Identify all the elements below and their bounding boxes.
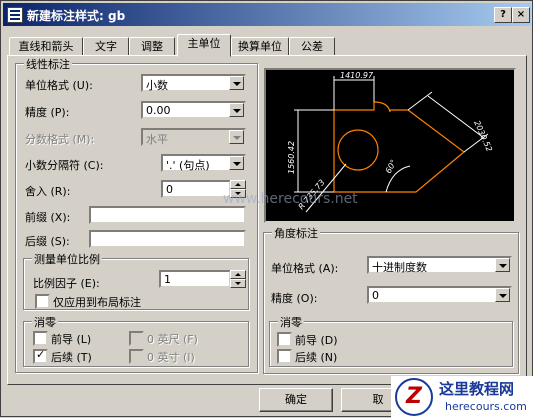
- dim-top-text: 1410.97: [340, 71, 374, 80]
- close-button[interactable]: ×: [512, 7, 530, 23]
- chevron-down-icon[interactable]: [229, 76, 244, 90]
- suffix-input[interactable]: [89, 230, 246, 248]
- round-off-value: 0: [166, 183, 173, 196]
- tab-fit[interactable]: 调整: [129, 37, 175, 56]
- zero-feet-label: 0 英尺 (F): [147, 333, 198, 346]
- app-icon: [7, 7, 23, 23]
- unit-format-label: 单位格式 (U):: [25, 79, 93, 92]
- round-off-label: 舍入 (R):: [25, 185, 71, 198]
- scale-factor-value: 1: [164, 273, 171, 286]
- logo-letter: Z: [406, 384, 422, 409]
- tab-text[interactable]: 文字: [83, 37, 129, 56]
- decimal-separator-label: 小数分隔符 (C):: [25, 159, 104, 172]
- scale-group-label: 测量单位比例: [32, 251, 102, 267]
- fraction-format-label: 分数格式 (M):: [25, 133, 95, 146]
- angular-leading-zero-checkbox[interactable]: [277, 332, 292, 347]
- scale-factor-label: 比例因子 (E):: [33, 277, 100, 290]
- dim-right-text: 2030.52: [472, 119, 494, 153]
- angular-precision-select[interactable]: 0: [367, 286, 512, 304]
- logo-url: herecours.com: [445, 400, 527, 413]
- leading-zero-checkbox[interactable]: [33, 331, 48, 346]
- ok-button[interactable]: 确定: [259, 388, 333, 412]
- spin-up-icon[interactable]: [230, 270, 246, 279]
- chevron-down-icon[interactable]: [229, 156, 244, 170]
- prefix-input[interactable]: [89, 206, 246, 224]
- checkmark-icon: ✓: [36, 348, 46, 361]
- dimension-style-dialog: 新建标注样式: gb ? × 直线和箭头 文字 调整 主单位 换算单位 公差 线…: [0, 0, 533, 418]
- hole-circle: [337, 129, 379, 171]
- trailing-zero-checkbox[interactable]: ✓: [33, 348, 48, 364]
- zero-feet-checkbox: [129, 331, 144, 346]
- zero-inches-label: 0 英寸 (I): [147, 351, 195, 364]
- scale-factor-input[interactable]: 1: [159, 270, 231, 288]
- angular-group-label: 角度标注: [272, 225, 320, 241]
- leading-zero-label: 前导 (L): [51, 333, 92, 346]
- dim-angle-text: 60°: [384, 158, 399, 175]
- ext-line-right-top: [407, 91, 433, 111]
- tab-lines-arrows[interactable]: 直线和箭头: [9, 37, 83, 56]
- dim-left-text: 1560.42: [287, 141, 296, 174]
- tab-primary-units[interactable]: 主单位: [177, 34, 231, 57]
- angular-trailing-zero-checkbox[interactable]: [277, 349, 292, 364]
- chevron-down-icon[interactable]: [229, 103, 244, 117]
- angular-unit-format-select[interactable]: 十进制度数: [367, 256, 512, 274]
- title-bar[interactable]: 新建标注样式: gb ? ×: [3, 3, 531, 26]
- tab-tolerances[interactable]: 公差: [289, 37, 335, 56]
- fraction-format-value: 水平: [146, 133, 168, 146]
- fraction-format-select: 水平: [141, 128, 246, 146]
- zero-inches-checkbox: [129, 349, 144, 364]
- logo-icon: Z: [395, 378, 433, 416]
- round-off-input[interactable]: 0: [161, 180, 231, 198]
- precision-label: 精度 (P):: [25, 106, 70, 119]
- decimal-separator-value: '.' (句点): [166, 159, 210, 172]
- chevron-down-icon[interactable]: [495, 258, 510, 272]
- angular-unit-format-value: 十进制度数: [372, 261, 427, 274]
- angular-unit-format-label: 单位格式 (A):: [271, 262, 339, 275]
- help-button[interactable]: ?: [494, 7, 512, 23]
- decimal-separator-select[interactable]: '.' (句点): [161, 154, 246, 172]
- zero-group-label: 消零: [32, 314, 58, 330]
- scale-factor-spinner[interactable]: [230, 270, 246, 288]
- prefix-label: 前缀 (X):: [25, 211, 71, 224]
- trailing-zero-label: 后续 (T): [51, 351, 92, 364]
- window-title: 新建标注样式: gb: [27, 9, 126, 23]
- site-logo: Z 这里教程网 herecours.com: [391, 376, 533, 418]
- precision-value: 0.00: [146, 104, 171, 117]
- unit-format-select[interactable]: 小数: [141, 74, 246, 92]
- spin-up-icon[interactable]: [230, 180, 246, 189]
- chevron-down-icon: [229, 130, 244, 144]
- chevron-down-icon[interactable]: [495, 288, 510, 302]
- angular-precision-value: 0: [372, 289, 379, 302]
- watermark-text: www.herecours.net: [223, 191, 358, 207]
- logo-title: 这里教程网: [439, 380, 515, 398]
- tab-alternate-units[interactable]: 换算单位: [231, 37, 289, 56]
- linear-group-label: 线性标注: [24, 56, 72, 72]
- angular-zero-group-label: 消零: [278, 314, 304, 330]
- suffix-label: 后缀 (S):: [25, 235, 70, 248]
- angular-leading-zero-label: 前导 (D): [295, 334, 338, 347]
- precision-select[interactable]: 0.00: [141, 101, 246, 119]
- part-outline: [333, 101, 465, 193]
- angular-trailing-zero-label: 后续 (N): [295, 351, 338, 364]
- spin-down-icon[interactable]: [230, 279, 246, 288]
- layout-only-checkbox[interactable]: [35, 294, 50, 309]
- angular-precision-label: 精度 (O):: [271, 292, 318, 305]
- layout-only-label: 仅应用到布局标注: [53, 296, 141, 309]
- unit-format-value: 小数: [146, 79, 168, 92]
